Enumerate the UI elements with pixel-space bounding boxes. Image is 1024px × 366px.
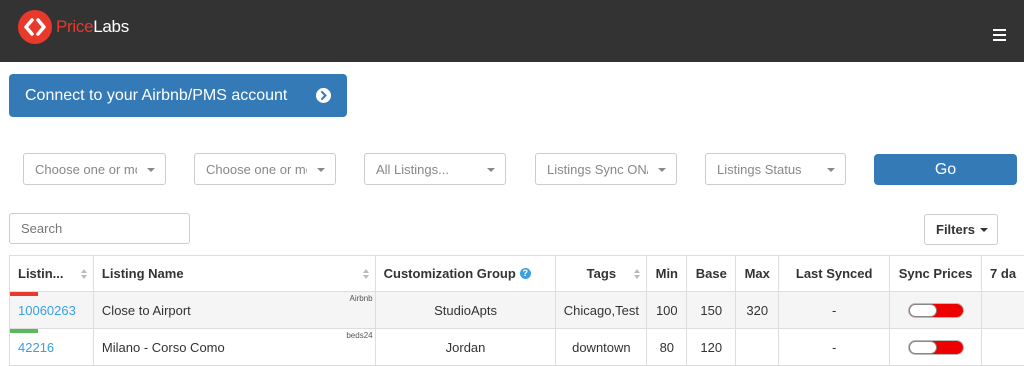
logo-text: PriceLabs — [56, 17, 129, 36]
min-price-cell[interactable]: 80 — [647, 329, 688, 365]
customization-group-cell[interactable]: Jordan — [376, 329, 557, 365]
filter-select-1[interactable]: Choose one or mo — [23, 153, 166, 185]
all-listings-select[interactable]: All Listings... — [364, 153, 506, 185]
listing-id-link[interactable]: 10060263 — [18, 303, 76, 318]
go-button[interactable]: Go — [874, 154, 1017, 185]
status-indicator — [10, 292, 38, 296]
max-price-cell[interactable]: 320 — [736, 292, 780, 328]
sort-icon — [362, 269, 369, 279]
column-header-min[interactable]: Min — [647, 256, 688, 291]
logo-icon — [18, 10, 52, 44]
max-price-cell[interactable] — [736, 329, 780, 365]
help-icon[interactable]: ? — [519, 268, 531, 279]
listing-source: Airbnb — [349, 294, 373, 303]
pricelabs-logo[interactable]: PriceLabs — [18, 9, 129, 45]
column-header-customization-group[interactable]: Customization Group? — [376, 256, 557, 291]
caret-down-icon — [487, 168, 495, 172]
base-price-cell[interactable]: 120 — [687, 329, 737, 365]
sync-prices-toggle[interactable] — [907, 302, 964, 318]
caret-down-icon — [317, 168, 325, 172]
sort-icon — [634, 269, 641, 279]
column-header-base[interactable]: Base — [687, 256, 737, 291]
listings-status-select[interactable]: Listings Status — [705, 153, 846, 185]
column-header-listing-id[interactable]: Listin... — [10, 256, 94, 291]
tags-cell[interactable]: downtown — [556, 329, 648, 365]
status-indicator — [10, 329, 38, 333]
caret-down-icon — [147, 168, 155, 172]
caret-down-icon — [827, 168, 835, 172]
base-price-cell[interactable]: 150 — [687, 292, 737, 328]
table-header-row: Listin... Listing Name Customization Gro… — [10, 256, 1024, 292]
column-header-last-synced[interactable]: Last Synced — [779, 256, 891, 291]
caret-down-icon — [980, 227, 989, 232]
listings-sync-select[interactable]: Listings Sync ON/O — [535, 153, 677, 185]
listing-id-link[interactable]: 42216 — [18, 340, 54, 355]
filters-button[interactable]: Filters — [924, 214, 998, 245]
column-header-sync-prices[interactable]: Sync Prices — [890, 256, 983, 291]
top-navbar: PriceLabs — [0, 0, 1024, 62]
sync-prices-toggle[interactable] — [907, 339, 964, 355]
listing-name: Milano - Corso Como — [101, 339, 225, 355]
chevron-right-circle-icon — [316, 88, 331, 103]
listings-table: Listin... Listing Name Customization Gro… — [9, 255, 1024, 366]
column-header-max[interactable]: Max — [736, 256, 780, 291]
search-input[interactable] — [9, 213, 190, 244]
column-header-7-day[interactable]: 7 da — [982, 256, 1024, 291]
sort-icon — [80, 269, 87, 279]
hamburger-menu-icon[interactable] — [993, 29, 1006, 41]
column-header-listing-name[interactable]: Listing Name — [94, 256, 376, 291]
last-synced-cell: - — [779, 329, 891, 365]
caret-down-icon — [658, 168, 666, 172]
connect-account-button[interactable]: Connect to your Airbnb/PMS account — [9, 74, 347, 117]
customization-group-cell[interactable]: StudioApts — [376, 292, 557, 328]
min-price-cell[interactable]: 100 — [647, 292, 688, 328]
last-synced-cell: - — [779, 292, 891, 328]
tags-cell[interactable]: Chicago,Test — [556, 292, 648, 328]
listing-source: beds24 — [346, 331, 373, 340]
column-header-tags[interactable]: Tags — [556, 256, 648, 291]
filter-select-2[interactable]: Choose one or mo — [194, 153, 336, 185]
table-row: 10060263 Close to Airport Airbnb StudioA… — [10, 292, 1024, 329]
listing-name: Close to Airport — [101, 302, 191, 318]
